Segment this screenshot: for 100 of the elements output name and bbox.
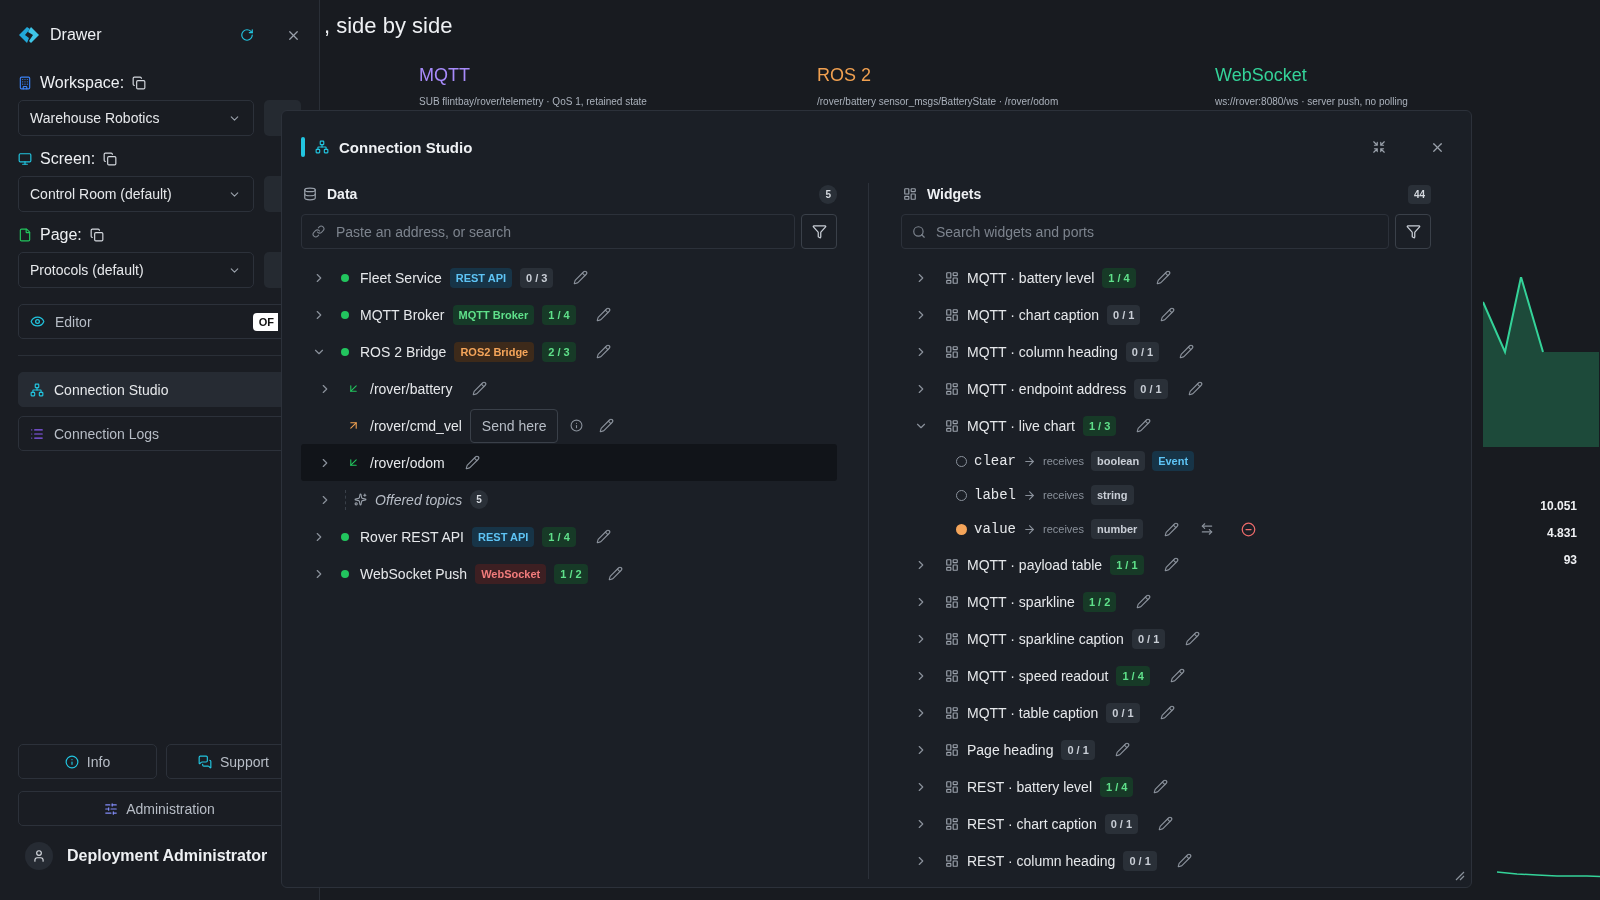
tree-row[interactable]: Page heading 0 / 1	[901, 731, 1431, 768]
dropdown[interactable]: Control Room (default)	[18, 176, 254, 212]
port-direction: receives	[1043, 455, 1084, 467]
pencil-icon[interactable]	[1136, 594, 1152, 609]
copy-icon[interactable]	[132, 76, 147, 90]
filter-button[interactable]	[1395, 214, 1431, 249]
link-count: 0 / 1	[1123, 850, 1157, 871]
tree-row[interactable]: MQTT · endpoint address 0 / 1	[901, 370, 1431, 407]
pencil-icon[interactable]	[1187, 381, 1203, 396]
pencil-icon[interactable]	[599, 418, 615, 433]
arrow-right-icon	[1023, 488, 1036, 502]
pencil-icon[interactable]	[1136, 418, 1152, 433]
pencil-icon[interactable]	[1159, 705, 1175, 720]
search-field[interactable]: Paste an address, or search	[301, 214, 795, 249]
tree-row[interactable]: MQTT · sparkline 1 / 2	[901, 583, 1431, 620]
search-field[interactable]: Search widgets and ports	[901, 214, 1389, 249]
link-count: 1 / 4	[1100, 776, 1134, 797]
widget-icon	[945, 381, 959, 396]
widget-name: MQTT · live chart	[967, 417, 1075, 434]
widget-name: REST · chart caption	[967, 815, 1097, 832]
pencil-icon[interactable]	[464, 455, 480, 470]
dropdown[interactable]: Warehouse Robotics	[18, 100, 254, 136]
tree-row[interactable]: ROS 2 Bridge ROS2 Bridge 2 / 3	[301, 333, 837, 370]
tree-row[interactable]: Offered topics 5	[301, 481, 837, 518]
toggle-badge[interactable]: OF	[252, 312, 278, 331]
protocol-tag: REST API	[472, 526, 535, 547]
pencil-icon[interactable]	[1164, 521, 1180, 537]
pencil-icon[interactable]	[1155, 270, 1171, 285]
source-name: ROS 2 Bridge	[360, 343, 447, 360]
source-name: Rover REST API	[360, 528, 464, 545]
filter-icon	[811, 224, 827, 239]
info-button[interactable]: Info	[18, 744, 157, 779]
pencil-icon[interactable]	[1169, 668, 1185, 683]
pane-title: Widgets	[927, 186, 982, 202]
search-icon	[912, 224, 926, 239]
pencil-icon[interactable]	[607, 566, 623, 581]
copy-icon[interactable]	[89, 228, 104, 242]
resize-handle-icon[interactable]	[1453, 869, 1465, 881]
swap-icon[interactable]	[1200, 522, 1215, 536]
protocol-tag: MQTT Broker	[452, 304, 535, 325]
topic-name: /rover/cmd_vel	[370, 417, 462, 434]
remove-icon[interactable]	[1241, 521, 1257, 537]
tree-row[interactable]: Rover REST API REST API 1 / 4	[301, 518, 837, 555]
widget-name: MQTT · sparkline	[967, 593, 1075, 610]
info-icon[interactable]	[570, 419, 584, 432]
tree-row[interactable]: MQTT · chart caption 0 / 1	[901, 296, 1431, 333]
pencil-icon[interactable]	[1158, 816, 1174, 831]
tree-row[interactable]: MQTT · payload table 1 / 1	[901, 546, 1431, 583]
widget-name: MQTT · sparkline caption	[967, 630, 1124, 647]
app-title: Drawer	[50, 26, 102, 44]
copy-icon[interactable]	[103, 152, 118, 166]
widget-icon	[945, 307, 959, 322]
logo-icon	[18, 26, 40, 44]
link-count: 0 / 1	[1061, 739, 1095, 760]
dropdown[interactable]: Protocols (default)	[18, 252, 254, 288]
tree-row[interactable]: MQTT Broker MQTT Broker 1 / 4	[301, 296, 837, 333]
tree-row[interactable]: REST · column heading 0 / 1	[901, 842, 1431, 879]
tree-row[interactable]: /rover/battery	[301, 370, 837, 407]
pencil-icon[interactable]	[1160, 307, 1176, 322]
pencil-icon[interactable]	[573, 270, 589, 285]
pencil-icon[interactable]	[1185, 631, 1201, 646]
shrink-icon[interactable]	[1372, 140, 1386, 154]
tree-row[interactable]: MQTT · sparkline caption 0 / 1	[901, 620, 1431, 657]
port-direction: receives	[1043, 523, 1084, 535]
tree-row[interactable]: MQTT · column heading 0 / 1	[901, 333, 1431, 370]
filter-button[interactable]	[801, 214, 837, 249]
widget-name: MQTT · payload table	[967, 556, 1103, 573]
arrow-right-icon	[1023, 454, 1036, 468]
tree-row[interactable]: /rover/cmd_vel Send here	[301, 407, 837, 444]
pencil-icon[interactable]	[1114, 742, 1130, 757]
protocol-tag: WebSocket	[475, 563, 547, 584]
refresh-icon[interactable]	[240, 28, 254, 42]
tree-row[interactable]: MQTT · table caption 0 / 1	[901, 694, 1431, 731]
pencil-icon[interactable]	[595, 529, 611, 544]
widget-name: REST · battery level	[967, 778, 1092, 795]
tree-row[interactable]: REST · chart caption 0 / 1	[901, 805, 1431, 842]
count-badge: 5	[819, 184, 837, 204]
arrow-down-left-icon	[347, 456, 360, 469]
pencil-icon[interactable]	[472, 381, 488, 396]
selected-tree-row[interactable]: /rover/odom	[301, 444, 837, 481]
field-label: Workspace:	[40, 74, 125, 92]
pencil-icon[interactable]	[1153, 779, 1169, 794]
user-name: Deployment Administrator	[67, 847, 268, 865]
topic-name: /rover/odom	[370, 454, 445, 471]
tree-row[interactable]: MQTT · speed readout 1 / 4	[901, 657, 1431, 694]
pencil-icon[interactable]	[1176, 853, 1192, 868]
tree-row[interactable]: REST · battery level 1 / 4	[901, 768, 1431, 805]
database-icon	[303, 187, 317, 201]
tree-row[interactable]: MQTT · live chart 1 / 3	[901, 407, 1431, 444]
pencil-icon[interactable]	[595, 344, 611, 359]
tree-row[interactable]: MQTT · battery level 1 / 4	[901, 259, 1431, 296]
pencil-icon[interactable]	[595, 307, 611, 322]
widget-name: REST · column heading	[967, 852, 1116, 869]
send-here-button[interactable]: Send here	[469, 408, 559, 443]
tree-row[interactable]: WebSocket Push WebSocket 1 / 2	[301, 555, 837, 592]
pencil-icon[interactable]	[1163, 557, 1179, 572]
widget-name: MQTT · speed readout	[967, 667, 1109, 684]
tree-row[interactable]: Fleet Service REST API 0 / 3	[301, 259, 837, 296]
field-label: Screen:	[40, 150, 96, 168]
pencil-icon[interactable]	[1179, 344, 1195, 359]
